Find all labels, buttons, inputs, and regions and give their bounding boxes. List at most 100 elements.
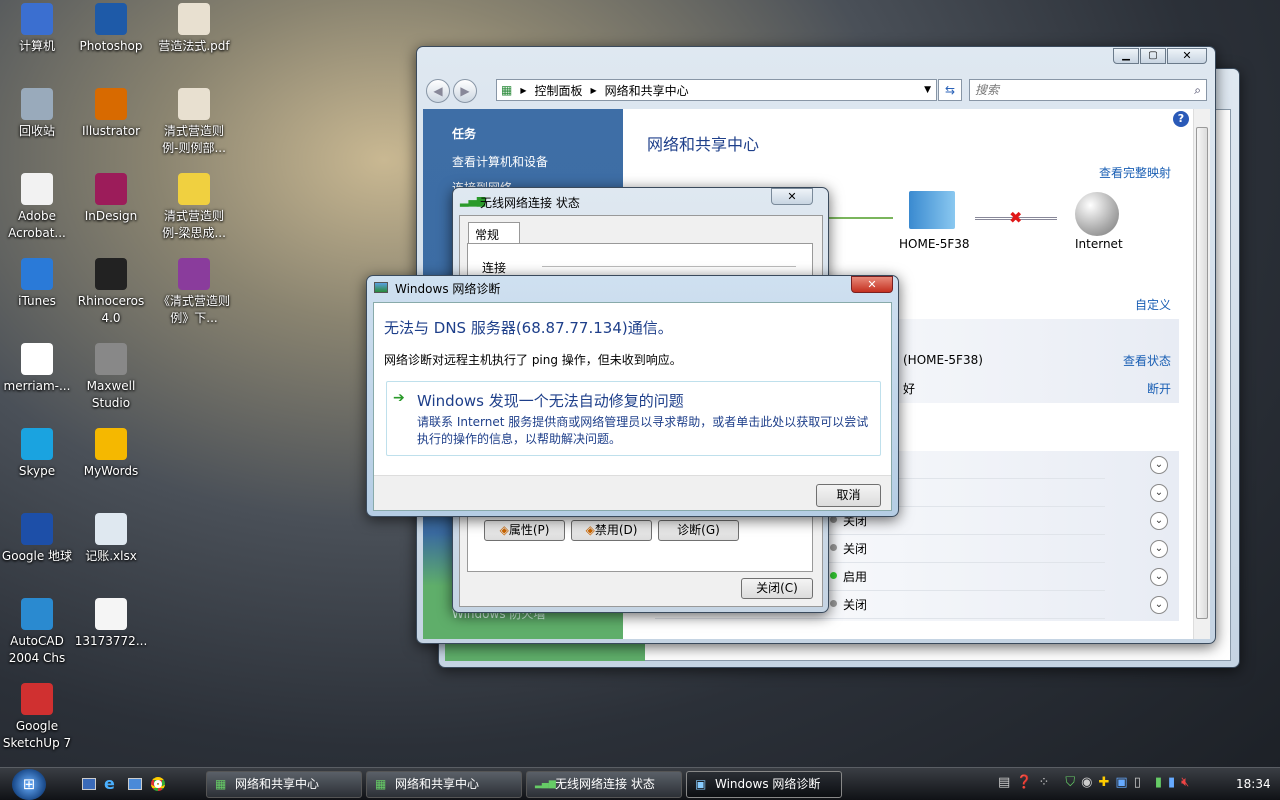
clock[interactable]: 18:34 — [1236, 777, 1271, 791]
taskbar-item-network-diagnostic[interactable]: ▣ Windows 网络诊断 — [686, 771, 842, 798]
desktop-icon-label: merriam-... — [3, 379, 71, 393]
close-dialog-button[interactable]: 关闭(C) — [741, 578, 813, 599]
forward-button[interactable]: ▶ — [453, 79, 477, 103]
disable-button[interactable]: ◈禁用(D) — [571, 520, 652, 541]
desktop-icon[interactable]: 清式营造则例-梁思成... — [156, 170, 232, 242]
taskbar-item-network-center[interactable]: ▦ 网络和共享中心 — [206, 771, 362, 798]
desktop-icon[interactable]: InDesign — [73, 170, 149, 225]
expand-chevron-icon[interactable]: ⌄ — [1150, 568, 1168, 586]
desktop-icon-label: 清式营造则例-梁思成... — [162, 209, 226, 240]
close-button[interactable]: ✕ — [771, 188, 813, 205]
unfixable-problem-option[interactable]: ➔ Windows 发现一个无法自动修复的问题 请联系 Internet 服务提… — [386, 381, 881, 456]
properties-button[interactable]: ◈属性(P) — [484, 520, 565, 541]
minimize-button[interactable]: ▁ — [1113, 48, 1139, 64]
security-shield-icon[interactable]: ⛉ — [1065, 775, 1075, 790]
breadcrumb-separator-icon: ▶ — [590, 85, 597, 95]
start-button[interactable]: ⊞ — [12, 769, 46, 800]
desktop-icon[interactable]: 营造法式.pdf — [156, 0, 232, 55]
search-input[interactable]: 搜索 ⌕ — [969, 79, 1207, 101]
map-node-home: HOME-5F38 — [899, 237, 970, 251]
desktop-icon[interactable]: Adobe Acrobat... — [0, 170, 75, 242]
show-desktop-icon[interactable] — [82, 778, 96, 790]
pdf-document-icon — [178, 3, 210, 35]
chrome-icon[interactable] — [151, 777, 165, 791]
cancel-button[interactable]: 取消 — [816, 484, 881, 507]
desktop-icon[interactable]: 记账.xlsx — [73, 510, 149, 565]
breadcrumb-network-center[interactable]: 网络和共享中心 — [605, 82, 689, 99]
desktop-icon[interactable]: MyWords — [73, 425, 149, 480]
close-button[interactable]: ✕ — [851, 276, 893, 293]
help-icon[interactable]: ? — [1173, 111, 1189, 127]
desktop-icon[interactable]: Photoshop — [73, 0, 149, 55]
help-icon[interactable]: ❓ — [1016, 775, 1032, 790]
desktop-icon[interactable]: 计算机 — [0, 0, 75, 55]
close-button[interactable]: ✕ — [1167, 48, 1207, 64]
status-off-icon — [830, 544, 837, 551]
search-icon[interactable]: ⌕ — [1194, 80, 1201, 100]
keyboard-icon[interactable]: ▤ — [998, 775, 1010, 790]
network-name: (HOME-5F38) — [903, 353, 983, 367]
desktop-icon[interactable]: iTunes — [0, 255, 75, 310]
desktop-icon-label: Google 地球 — [1, 549, 73, 563]
desktop-icon[interactable]: 回收站 — [0, 85, 75, 140]
photoshop-icon — [95, 3, 127, 35]
status-off-icon — [830, 516, 837, 523]
back-button[interactable]: ◀ — [426, 79, 450, 103]
app-tray-icon[interactable]: ◉ — [1081, 775, 1092, 790]
desktop-icon[interactable]: 13173772... — [73, 595, 149, 650]
taskbar-item-wireless-status[interactable]: ▂▄▆ 无线网络连接 状态 — [526, 771, 682, 798]
expand-chevron-icon[interactable]: ⌄ — [1150, 456, 1168, 474]
desktop-icon[interactable]: Maxwell Studio — [73, 340, 149, 412]
tab-general[interactable]: 常规 — [468, 222, 520, 244]
chevron-down-icon[interactable]: ▼ — [924, 85, 931, 95]
desktop-icon[interactable]: AutoCAD 2004 Chs — [0, 595, 75, 667]
disconnect-link[interactable]: 断开 — [1147, 380, 1171, 397]
desktop-icon[interactable]: 清式营造则例-则例部... — [156, 85, 232, 157]
desktop-icon[interactable]: 《清式营造则例》下... — [156, 255, 232, 327]
desktop-icon-label: InDesign — [84, 209, 138, 223]
tray-expand-icon[interactable]: ⁘ — [1038, 775, 1049, 790]
refresh-button[interactable]: ⇆ — [938, 79, 962, 101]
switch-windows-icon[interactable] — [128, 778, 142, 790]
app-tray-icon[interactable]: ✚ — [1099, 775, 1110, 790]
app-tray-icon[interactable]: ▣ — [1115, 775, 1127, 790]
desktop-icon[interactable]: Rhinoceros 4.0 — [73, 255, 149, 327]
breadcrumb-control-panel[interactable]: 控制面板 — [535, 82, 583, 99]
desktop-icon-label: Skype — [18, 464, 56, 478]
network-tray-icon[interactable]: ▮ — [1155, 775, 1162, 790]
expand-chevron-icon[interactable]: ⌄ — [1150, 540, 1168, 558]
diagnose-button[interactable]: 诊断(G) — [658, 520, 739, 541]
address-bar[interactable]: ▦ ▶ 控制面板 ▶ 网络和共享中心 ▼ — [496, 79, 937, 101]
taskbar-item-network-center-2[interactable]: ▦ 网络和共享中心 — [366, 771, 522, 798]
status-on-icon — [830, 572, 837, 579]
app-tray-icon[interactable]: ▯ — [1134, 775, 1141, 790]
document-icon — [95, 598, 127, 630]
vertical-scrollbar[interactable] — [1193, 109, 1210, 639]
desktop-icon-label: MyWords — [83, 464, 139, 478]
arrow-right-icon: ➔ — [393, 390, 405, 406]
illustrator-icon — [95, 88, 127, 120]
desktop-icon[interactable]: Google 地球 — [0, 510, 75, 565]
network-tray-icon[interactable]: ▮ — [1168, 775, 1175, 790]
view-full-map-link[interactable]: 查看完整映射 — [1099, 164, 1171, 181]
desktop-icon[interactable]: Illustrator — [73, 85, 149, 140]
indesign-icon — [95, 173, 127, 205]
itunes-icon — [21, 258, 53, 290]
task-view-computers[interactable]: 查看计算机和设备 — [452, 153, 548, 170]
maximize-button[interactable]: ▢ — [1140, 48, 1166, 64]
internet-explorer-icon[interactable]: e — [104, 774, 115, 793]
sharing-status: 关闭 — [843, 598, 868, 612]
error-headline: 无法与 DNS 服务器(68.87.77.134)通信。 — [384, 319, 673, 337]
view-status-link[interactable]: 查看状态 — [1123, 352, 1171, 369]
desktop-icon[interactable]: Google SketchUp 7 — [0, 680, 75, 752]
expand-chevron-icon[interactable]: ⌄ — [1150, 484, 1168, 502]
customize-link[interactable]: 自定义 — [1135, 296, 1171, 313]
desktop-icon[interactable]: Skype — [0, 425, 75, 480]
expand-chevron-icon[interactable]: ⌄ — [1150, 512, 1168, 530]
desktop-icon-label: Google SketchUp 7 — [2, 719, 72, 750]
star-icon — [95, 428, 127, 460]
network-diagnostic-dialog[interactable]: Windows 网络诊断 ✕ 无法与 DNS 服务器(68.87.77.134)… — [366, 275, 899, 517]
volume-icon[interactable]: 🔇︎ — [1181, 775, 1189, 790]
desktop-icon[interactable]: merriam-... — [0, 340, 75, 395]
expand-chevron-icon[interactable]: ⌄ — [1150, 596, 1168, 614]
